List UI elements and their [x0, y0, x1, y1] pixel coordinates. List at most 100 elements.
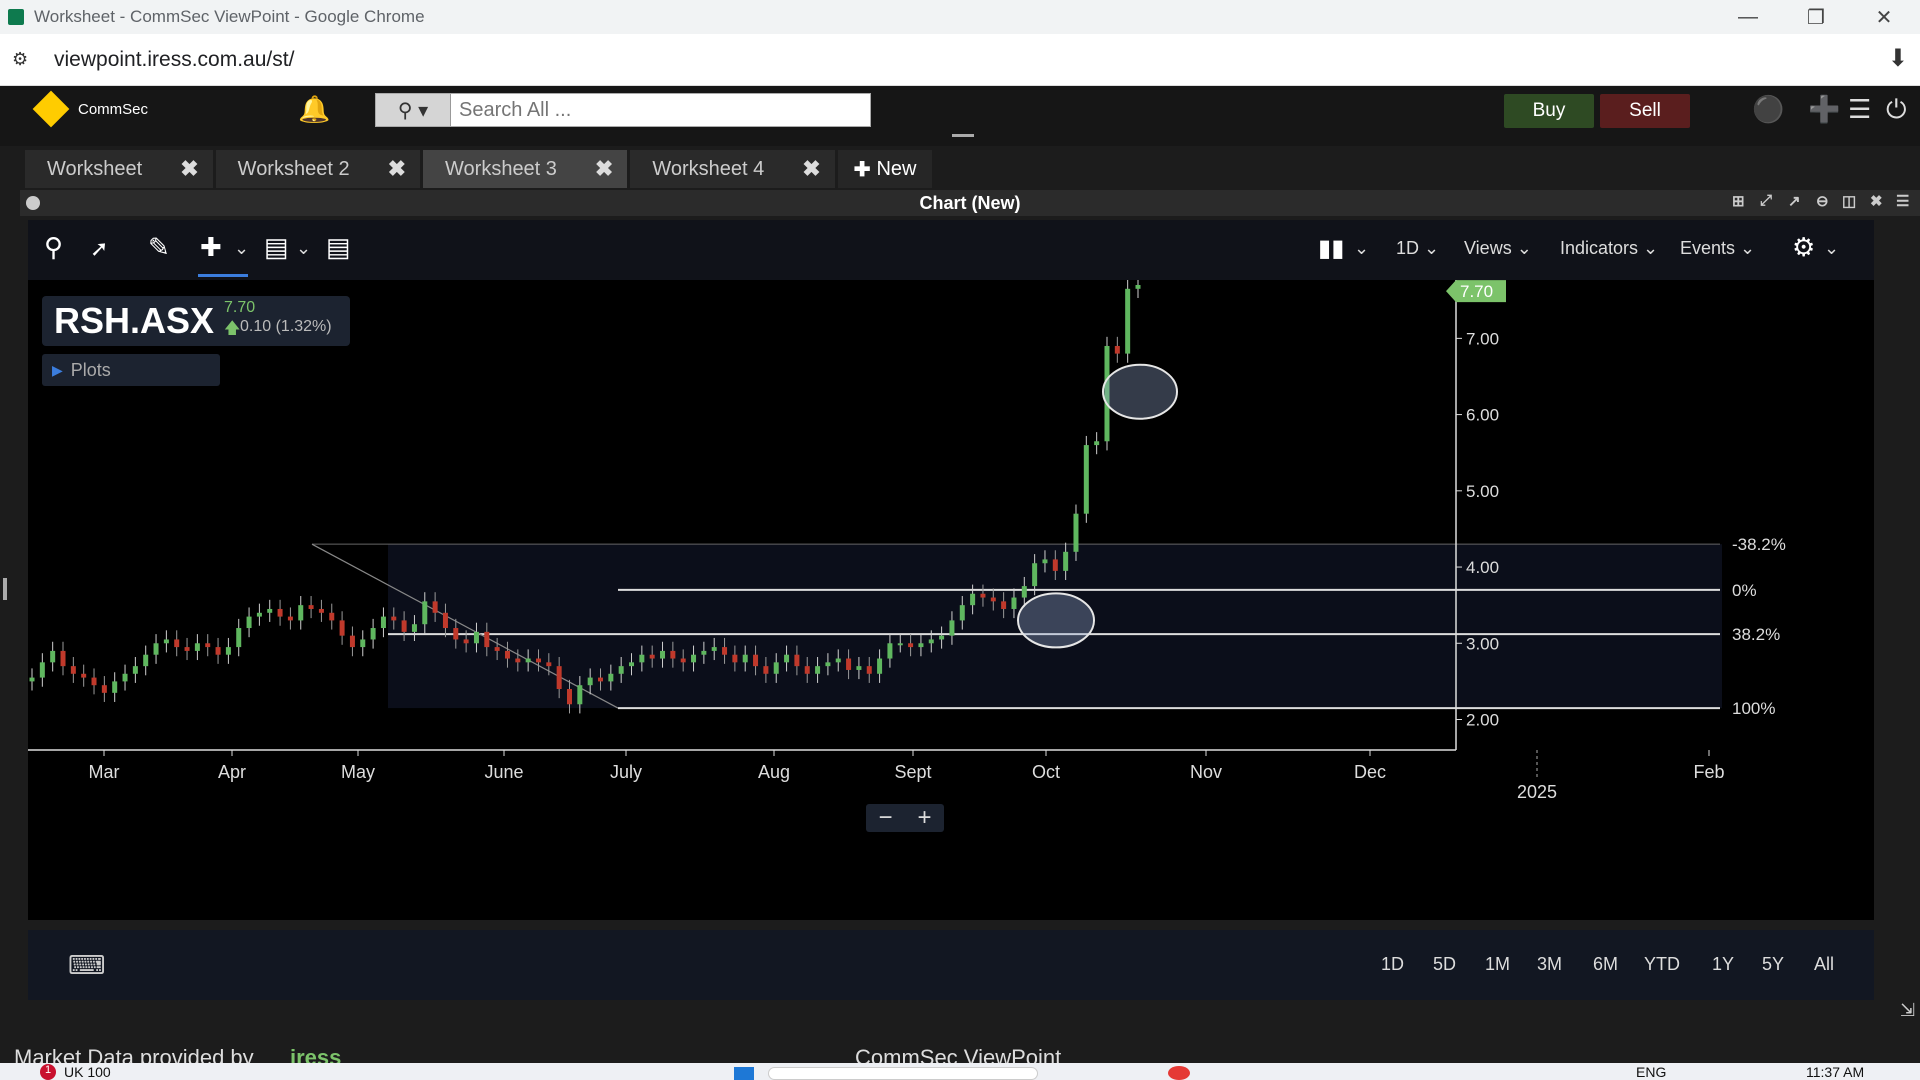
candle-body	[701, 650, 707, 655]
tab-worksheet-2[interactable]: Worksheet 2 ✖	[215, 150, 421, 188]
restore-icon[interactable]: ❐	[1784, 0, 1848, 34]
minimize-icon[interactable]: —	[1716, 0, 1780, 34]
bell-icon[interactable]: 🔔	[298, 94, 330, 125]
commsec-logo[interactable]: CommSec	[32, 90, 148, 128]
interval-selector[interactable]: 1D ⌄	[1396, 238, 1439, 259]
lightbulb-icon[interactable]: ⚫	[1752, 94, 1784, 125]
candle-body	[432, 601, 438, 613]
address-bar[interactable]: ⚙ viewpoint.iress.com.au/st/ ⬇	[0, 34, 1920, 86]
views-menu[interactable]: Views ⌄	[1464, 238, 1532, 259]
price-chart[interactable]: -38.2% 0% 38.2% 100% 7.00 6.00 5.00 4.00 3.00 2.0…	[28, 275, 1874, 920]
candle-body	[877, 658, 883, 674]
candle-body	[463, 639, 469, 644]
panel-add-icon[interactable]: ⊞	[1732, 192, 1745, 210]
market-ticker[interactable]: UK 100	[64, 1064, 111, 1080]
panel-minimize-icon[interactable]: ⊖	[1816, 192, 1829, 210]
clock-time[interactable]: 11:37 AM	[1806, 1064, 1864, 1080]
close-tab-icon[interactable]: ✖	[180, 156, 198, 182]
indicators-label: Indicators	[1560, 238, 1639, 258]
browser-titlebar: Worksheet - CommSec ViewPoint - Google C…	[0, 0, 1920, 34]
candle-body	[1052, 559, 1058, 571]
panel-resize-grip[interactable]	[952, 134, 974, 137]
events-menu[interactable]: Events ⌄	[1680, 238, 1755, 259]
tab-worksheet-4[interactable]: Worksheet 4 ✖	[630, 150, 835, 188]
close-tab-icon[interactable]: ✖	[388, 156, 406, 182]
sidebar-collapse-handle[interactable]	[3, 578, 7, 600]
panel-popout-icon[interactable]: ↗	[1788, 192, 1801, 210]
chevron-down-icon[interactable]: ⌄	[234, 238, 249, 259]
close-tab-icon[interactable]: ✖	[802, 156, 820, 182]
candle-body	[763, 666, 769, 674]
range-6m[interactable]: 6M	[1593, 954, 1618, 975]
chrome-taskbar-icon[interactable]	[1168, 1066, 1190, 1080]
search-input[interactable]	[451, 94, 870, 126]
plots-toggle[interactable]: ▶ Plots	[42, 354, 220, 386]
chart-settings-icon[interactable]: ⚙	[1792, 232, 1815, 263]
new-tab-button[interactable]: ✚ New	[837, 150, 933, 188]
tab-worksheet-3[interactable]: Worksheet 3 ✖	[423, 150, 628, 188]
quote-box: RSH.ASX 7.70 🡅 0.10 (1.32%)	[42, 296, 350, 346]
url-text[interactable]: viewpoint.iress.com.au/st/	[54, 48, 294, 72]
trendline-icon[interactable]: ➚	[90, 236, 108, 262]
chart-toolbar: ⚲ ➚ ✎ ✚ ⌄ ▤ ⌄ ▤ ▮▮ ⌄ 1D ⌄ Views ⌄ Indica…	[28, 220, 1874, 280]
candle-body	[732, 654, 738, 663]
pencil-icon[interactable]: ✎	[148, 232, 170, 263]
candle-body	[81, 673, 87, 678]
sell-button[interactable]: Sell	[1600, 94, 1690, 128]
panel-expand-icon[interactable]: ⤢	[1760, 192, 1772, 209]
notification-badge[interactable]: 1	[40, 1064, 56, 1080]
zoom-in-icon[interactable]: +	[917, 804, 931, 832]
range-3m[interactable]: 3M	[1537, 954, 1562, 975]
candle-body	[349, 635, 355, 648]
candle-body	[1083, 445, 1089, 514]
chevron-down-icon[interactable]: ⌄	[1824, 238, 1839, 259]
candle-body	[401, 620, 407, 632]
tab-worksheet[interactable]: Worksheet ✖	[25, 150, 213, 188]
buy-button[interactable]: Buy	[1504, 94, 1594, 128]
windows-start-icon[interactable]	[734, 1067, 754, 1080]
chart-canvas[interactable]: -38.2% 0% 38.2% 100% 7.00 6.00 5.00 4.00 3.00 2.0…	[28, 275, 1874, 920]
site-settings-icon[interactable]: ⚙	[12, 49, 42, 70]
candle-body	[897, 643, 903, 646]
range-all[interactable]: All	[1814, 954, 1834, 975]
candle-body	[298, 605, 304, 621]
range-5d[interactable]: 5D	[1433, 954, 1456, 975]
add-icon[interactable]: ➕	[1808, 94, 1840, 125]
download-icon[interactable]: ⬇	[1888, 44, 1908, 73]
candle-body	[370, 628, 376, 640]
keyboard-icon[interactable]: ⌨	[68, 950, 106, 981]
indicators-menu[interactable]: Indicators ⌄	[1560, 238, 1658, 259]
close-tab-icon[interactable]: ✖	[595, 156, 613, 182]
chevron-down-icon[interactable]: ⌄	[1354, 238, 1369, 259]
search-box: ⚲ ▾	[375, 93, 871, 127]
zoom-out-icon[interactable]: −	[878, 804, 892, 832]
panel-menu-icon[interactable]: ☰	[1896, 192, 1909, 210]
panel-split-icon[interactable]: ◫	[1842, 192, 1856, 210]
comment-icon[interactable]: ▤	[264, 232, 289, 263]
taskbar-search-field[interactable]	[768, 1067, 1038, 1080]
search-dropdown-button[interactable]: ⚲ ▾	[376, 94, 451, 126]
table-icon[interactable]: ▤	[326, 232, 351, 263]
crosshair-icon[interactable]: ✚	[200, 232, 222, 263]
close-window-icon[interactable]: ✕	[1852, 0, 1916, 34]
candle-body	[866, 666, 872, 674]
range-1y[interactable]: 1Y	[1712, 954, 1734, 975]
x-tick-label: May	[341, 762, 375, 782]
candle-body	[1114, 345, 1120, 354]
range-1m[interactable]: 1M	[1485, 954, 1510, 975]
range-1d[interactable]: 1D	[1381, 954, 1404, 975]
panel-close-icon[interactable]: ✖	[1870, 192, 1883, 210]
candle-body	[753, 654, 759, 667]
zoom-search-icon[interactable]: ⚲	[44, 232, 63, 263]
panel-resize-icon[interactable]: ⇲	[1900, 1000, 1915, 1021]
candle-body	[339, 620, 345, 636]
price-change: 0.10 (1.32%)	[240, 318, 332, 335]
power-icon[interactable]: ⏻	[1886, 94, 1907, 126]
range-ytd[interactable]: YTD	[1644, 954, 1680, 975]
menu-icon[interactable]: ☰	[1848, 94, 1871, 125]
candle-body	[515, 658, 521, 663]
range-5y[interactable]: 5Y	[1762, 954, 1784, 975]
candlestick-type-icon[interactable]: ▮▮	[1318, 234, 1344, 263]
chevron-down-icon[interactable]: ⌄	[296, 238, 311, 259]
language-indicator[interactable]: ENG	[1636, 1064, 1666, 1080]
